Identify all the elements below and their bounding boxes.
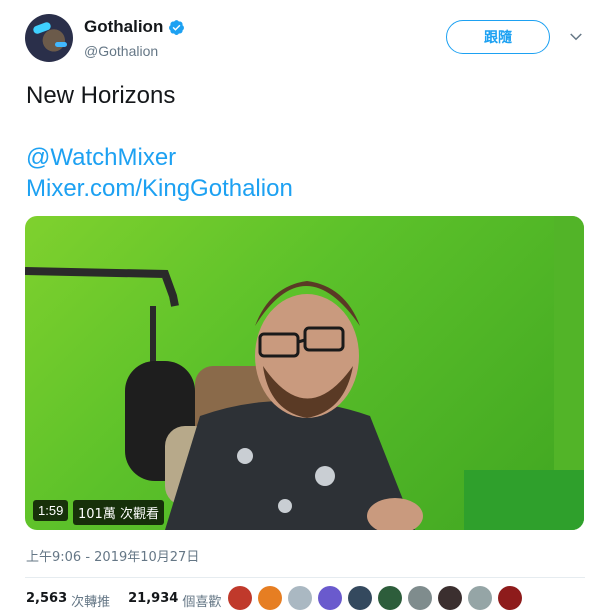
liker-avatar[interactable] — [468, 586, 492, 610]
verified-badge-icon — [169, 19, 185, 35]
user-handle[interactable]: @Gothalion — [84, 43, 158, 59]
display-name[interactable]: Gothalion — [84, 17, 163, 37]
tweet-timestamp[interactable]: 上午9:06 - 2019年10月27日 — [26, 546, 199, 565]
like-count[interactable]: 21,934 — [128, 591, 178, 610]
mention-link[interactable]: @WatchMixer — [26, 144, 176, 172]
follow-button[interactable]: 跟隨 — [446, 20, 550, 54]
avatar[interactable] — [25, 14, 73, 62]
liker-avatar[interactable] — [288, 586, 312, 610]
shirt-print — [315, 466, 335, 486]
video-duration-badge: 1:59 — [33, 500, 69, 521]
headset-glow-secondary — [55, 42, 67, 47]
tweet-text: New Horizons — [26, 82, 176, 109]
chevron-down-icon[interactable] — [567, 28, 585, 46]
mic-arm — [150, 306, 156, 366]
retweet-count[interactable]: 2,563 — [26, 591, 67, 610]
like-label[interactable]: 個喜歡 — [182, 591, 221, 610]
liker-avatar[interactable] — [348, 586, 372, 610]
video-frame — [25, 267, 423, 530]
liker-avatars — [228, 586, 522, 610]
shirt-print — [237, 448, 253, 464]
liker-avatar[interactable] — [318, 586, 342, 610]
liker-avatar[interactable] — [408, 586, 432, 610]
liker-avatar[interactable] — [258, 586, 282, 610]
liker-avatar[interactable] — [438, 586, 462, 610]
video-player[interactable] — [25, 216, 584, 530]
user-name-row: Gothalion — [84, 17, 185, 37]
tweet-stats: 2,563 次轉推 21,934 個喜歡 — [26, 591, 221, 610]
url-link[interactable]: Mixer.com/KingGothalion — [26, 175, 293, 203]
headset-glow — [32, 21, 52, 35]
divider — [25, 577, 585, 578]
shirt-print — [278, 499, 292, 513]
video-views-badge: 101萬 次觀看 — [73, 500, 164, 525]
liker-avatar[interactable] — [498, 586, 522, 610]
mic-boom — [25, 267, 179, 307]
liker-avatar[interactable] — [228, 586, 252, 610]
liker-avatar[interactable] — [378, 586, 402, 610]
retweet-label[interactable]: 次轉推 — [71, 591, 110, 610]
